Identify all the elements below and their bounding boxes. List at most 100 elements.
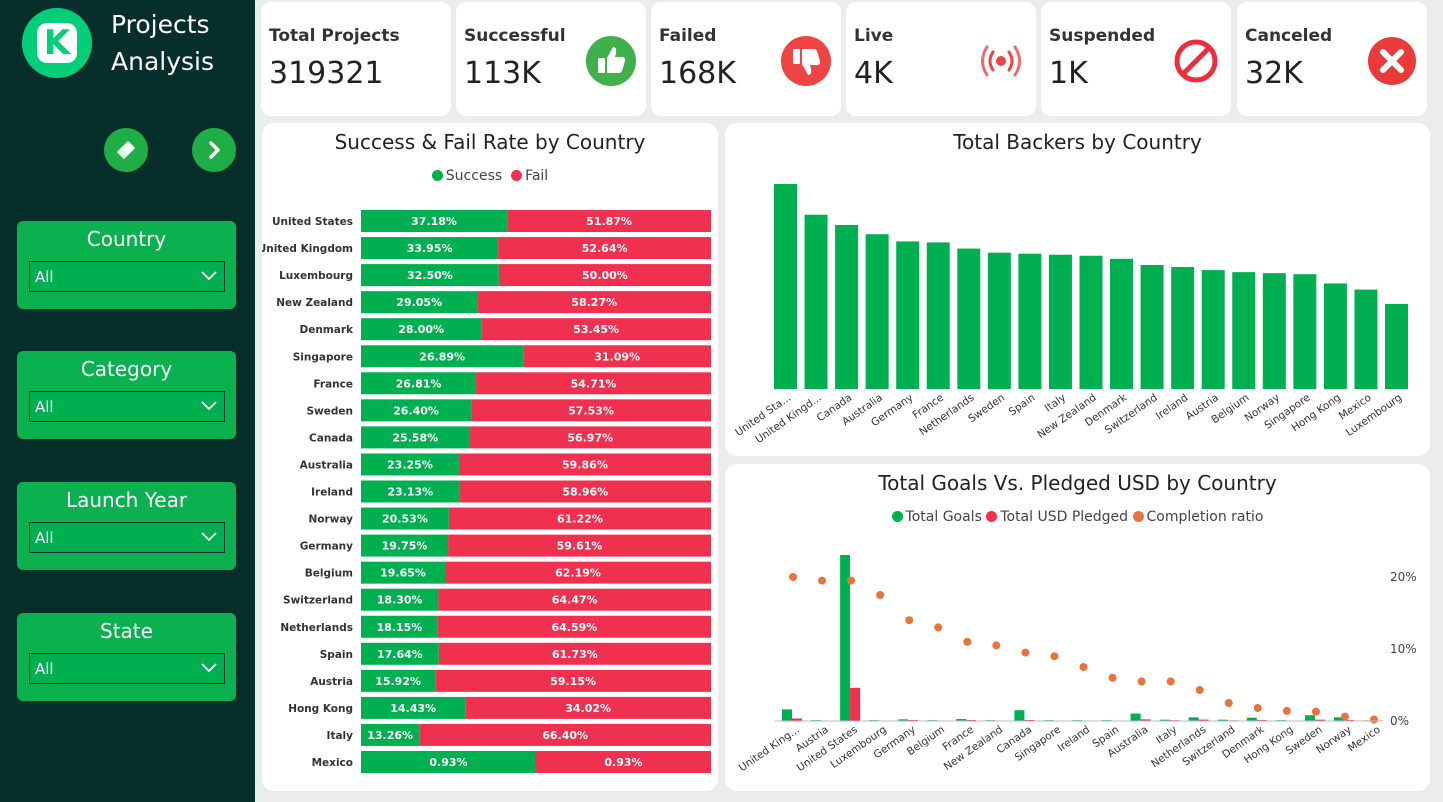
category-label: Mexico — [312, 757, 353, 769]
point-completion-ratio — [847, 576, 856, 585]
category-label: Italy — [327, 730, 354, 742]
bar — [1262, 273, 1286, 389]
data-label-fail: 59.15% — [550, 675, 596, 688]
category-label: Spain — [1007, 392, 1038, 419]
slicer-country-label: Country — [86, 227, 167, 251]
data-label-fail: 0.93% — [604, 756, 642, 769]
backers-card: Total Backers by Country United Sta... Un… — [725, 123, 1430, 456]
kpi-total-projects: Total Projects 319321 — [261, 2, 451, 116]
clear-filters-button[interactable] — [104, 128, 148, 172]
data-label-fail: 64.59% — [551, 621, 597, 634]
bar-total-goals — [1304, 715, 1315, 721]
point-completion-ratio — [876, 591, 885, 599]
backers-chart: United Sta...United Kingd...CanadaAustra… — [733, 184, 1408, 446]
goals-pledged-chart: United King...AustriaUnited StatesLuxemb… — [737, 555, 1417, 775]
point-completion-ratio — [934, 623, 943, 632]
bar — [987, 252, 1011, 389]
category-label: Singapore — [293, 351, 353, 363]
point-completion-ratio — [1311, 707, 1320, 716]
sidebar: K Projects Analysis Country All Category… — [0, 0, 255, 802]
eraser-icon — [116, 141, 135, 160]
data-label-success: 26.89% — [419, 350, 465, 363]
data-label-fail: 58.96% — [562, 486, 608, 499]
category-label: Austria — [310, 676, 353, 688]
chevron-down-icon — [201, 532, 217, 542]
success-fail-card: Success & Fail Rate by Country Success F… — [262, 123, 718, 791]
category-label: United King... — [737, 724, 802, 775]
category-dropdown[interactable]: All — [29, 391, 225, 422]
data-label-success: 29.05% — [396, 296, 442, 309]
data-label-success: 18.30% — [377, 594, 423, 607]
data-label-fail: 50.00% — [582, 269, 628, 282]
category-label: France — [313, 378, 353, 390]
point-completion-ratio — [905, 616, 914, 625]
slicer-launch-year-label: Launch Year — [65, 488, 188, 512]
point-completion-ratio — [963, 637, 972, 646]
bar — [1201, 270, 1225, 389]
bar — [835, 225, 859, 389]
data-label-fail: 61.73% — [552, 648, 598, 661]
point-completion-ratio — [992, 641, 1001, 650]
kpi-suspended: Suspended 1K — [1041, 2, 1231, 116]
kpi-label: Failed — [659, 26, 717, 46]
app-title-line-2: Analysis — [111, 47, 215, 76]
data-label-success: 19.65% — [380, 567, 426, 580]
slicer-state: State All — [17, 613, 236, 701]
thumbs-up-icon — [586, 36, 636, 86]
data-label-fail: 62.19% — [555, 567, 601, 580]
kpi-canceled: Canceled 32K — [1237, 2, 1427, 116]
thumbs-down-icon — [781, 36, 831, 86]
category-label: Luxembourg — [279, 270, 353, 282]
point-completion-ratio — [1050, 652, 1059, 661]
point-completion-ratio — [1340, 712, 1349, 721]
category-label: Ireland — [311, 487, 353, 499]
category-dropdown-value: All — [35, 398, 54, 416]
category-label: United States — [272, 216, 353, 228]
data-label-success: 19.75% — [382, 540, 428, 553]
next-page-button[interactable] — [192, 128, 236, 172]
data-label-success: 33.95% — [407, 242, 453, 255]
kpi-value: 319321 — [269, 56, 384, 91]
data-label-success: 26.81% — [396, 377, 442, 390]
point-completion-ratio — [1021, 648, 1030, 657]
bar — [774, 184, 797, 389]
bar — [865, 234, 889, 389]
bar — [1140, 264, 1164, 389]
category-label: Switzerland — [283, 595, 353, 607]
data-label-success: 28.00% — [398, 323, 444, 336]
bar — [1079, 255, 1103, 389]
data-label-success: 15.92% — [375, 675, 421, 688]
bar-total-goals — [1130, 713, 1141, 721]
kpi-failed: Failed 168K — [651, 2, 841, 116]
category-label: Sweden — [307, 405, 354, 417]
bar-total-pledged — [850, 687, 861, 721]
bar — [1171, 267, 1195, 389]
data-label-fail: 61.22% — [557, 513, 603, 526]
data-label-success: 17.64% — [377, 648, 423, 661]
launch-year-dropdown[interactable]: All — [29, 522, 225, 553]
logo-k-glyph: K — [37, 23, 77, 63]
bar — [1048, 254, 1072, 389]
kpi-live: Live 4K — [846, 2, 1036, 116]
point-completion-ratio — [1253, 704, 1262, 713]
category-label: Denmark — [300, 324, 355, 336]
bar — [1018, 253, 1042, 389]
slicer-category: Category All — [17, 351, 236, 439]
data-label-fail: 34.02% — [565, 702, 611, 715]
state-dropdown[interactable]: All — [29, 653, 225, 684]
country-dropdown[interactable]: All — [29, 261, 225, 292]
chevron-down-icon — [201, 401, 217, 411]
bar — [957, 248, 981, 389]
category-label: Germany — [300, 541, 353, 553]
bar — [1323, 283, 1347, 389]
data-label-fail: 66.40% — [542, 729, 588, 742]
point-completion-ratio — [1282, 706, 1291, 715]
data-label-fail: 31.09% — [594, 350, 640, 363]
category-label: Ireland — [1154, 392, 1191, 423]
data-label-success: 26.40% — [393, 404, 439, 417]
kpi-label: Canceled — [1245, 26, 1333, 46]
state-dropdown-value: All — [35, 660, 54, 678]
kickstarter-logo: K — [22, 8, 92, 78]
point-completion-ratio — [1166, 677, 1175, 686]
kpi-value: 1K — [1049, 56, 1088, 91]
